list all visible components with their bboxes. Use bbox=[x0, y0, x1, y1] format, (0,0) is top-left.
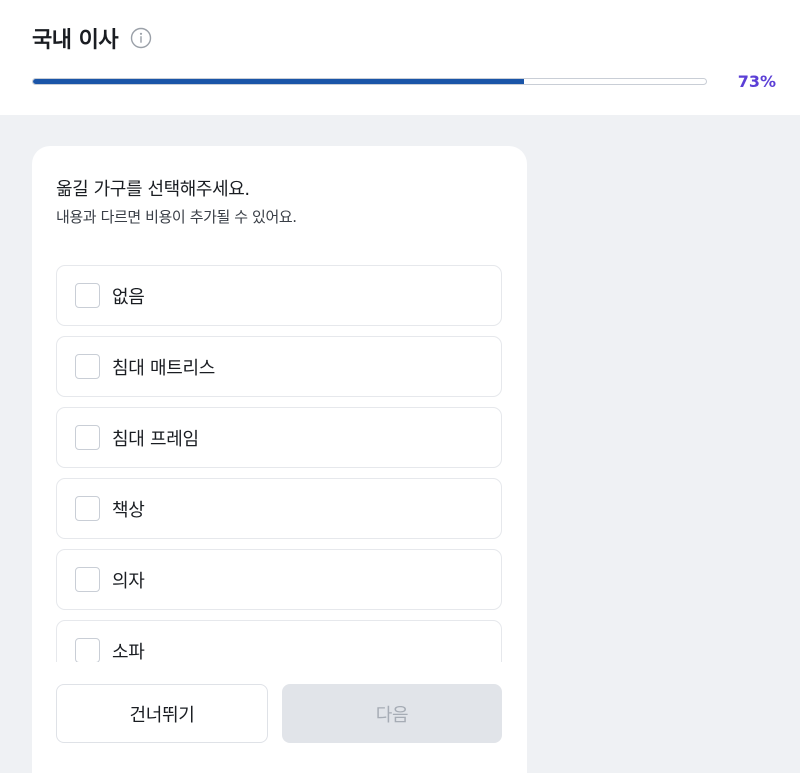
option-label: 소파 bbox=[112, 641, 145, 663]
header: 국내 이사 73% bbox=[0, 0, 800, 115]
option-desk[interactable]: 책상 bbox=[56, 478, 502, 539]
info-icon[interactable] bbox=[130, 27, 152, 49]
option-label: 없음 bbox=[112, 286, 145, 308]
option-bed-frame[interactable]: 침대 프레임 bbox=[56, 407, 502, 468]
options-list[interactable]: 없음 침대 매트리스 침대 프레임 책상 의자 소파 bbox=[56, 265, 502, 662]
option-label: 의자 bbox=[112, 570, 145, 592]
option-bed-mattress[interactable]: 침대 매트리스 bbox=[56, 336, 502, 397]
option-label: 침대 매트리스 bbox=[112, 357, 215, 379]
skip-button[interactable]: 건너뛰기 bbox=[56, 684, 268, 743]
next-button[interactable]: 다음 bbox=[282, 684, 502, 743]
option-label: 책상 bbox=[112, 499, 145, 521]
checkbox[interactable] bbox=[75, 496, 100, 521]
progress-fill bbox=[33, 79, 525, 84]
question-subtitle: 내용과 다르면 비용이 추가될 수 있어요. bbox=[56, 208, 297, 226]
checkbox[interactable] bbox=[75, 425, 100, 450]
option-label: 침대 프레임 bbox=[112, 428, 199, 450]
title-row: 국내 이사 bbox=[32, 22, 152, 54]
selection-card: 옮길 가구를 선택해주세요. 내용과 다르면 비용이 추가될 수 있어요. 없음… bbox=[32, 146, 527, 773]
checkbox[interactable] bbox=[75, 638, 100, 662]
checkbox[interactable] bbox=[75, 283, 100, 308]
option-none[interactable]: 없음 bbox=[56, 265, 502, 326]
progress-bar bbox=[32, 78, 707, 85]
question-title: 옮길 가구를 선택해주세요. bbox=[56, 179, 250, 200]
progress-percent: 73% bbox=[737, 72, 776, 91]
option-sofa[interactable]: 소파 bbox=[56, 620, 502, 662]
checkbox[interactable] bbox=[75, 354, 100, 379]
page-title: 국내 이사 bbox=[32, 28, 119, 53]
checkbox[interactable] bbox=[75, 567, 100, 592]
option-chair[interactable]: 의자 bbox=[56, 549, 502, 610]
